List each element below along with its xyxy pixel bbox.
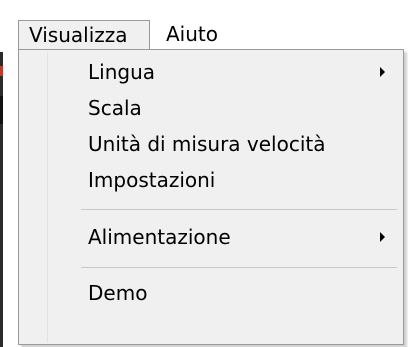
screen: Visualizza Aiuto Lingua Scala Unità di m… xyxy=(0,0,408,347)
window-edge-accent xyxy=(0,66,3,76)
menu-item-demo[interactable]: Demo xyxy=(21,276,399,310)
visualizza-dropdown-menu: Lingua Scala Unità di misura velocità Im… xyxy=(18,49,404,345)
menu-item-label: Demo xyxy=(88,281,148,305)
menu-item-label: Unità di misura velocità xyxy=(88,132,326,156)
menu-item-label: Impostazioni xyxy=(88,168,216,192)
menu-aiuto[interactable]: Aiuto xyxy=(158,20,238,50)
menu-visualizza[interactable]: Visualizza xyxy=(18,20,150,50)
menu-item-label: Lingua xyxy=(88,60,156,84)
window-edge-dark xyxy=(0,96,3,124)
chevron-right-icon xyxy=(380,232,385,242)
menu-item-label: Scala xyxy=(88,96,142,120)
menu-item-alimentazione[interactable]: Alimentazione xyxy=(21,220,399,254)
menu-bar: Visualizza Aiuto xyxy=(0,0,408,50)
menu-item-unita-misura-velocita[interactable]: Unità di misura velocità xyxy=(21,127,399,161)
menu-item-impostazioni[interactable]: Impostazioni xyxy=(21,163,399,197)
menu-item-lingua[interactable]: Lingua xyxy=(21,55,399,89)
menu-item-scala[interactable]: Scala xyxy=(21,91,399,125)
menu-item-label: Alimentazione xyxy=(88,225,231,249)
chevron-right-icon xyxy=(380,67,385,77)
menu-separator xyxy=(81,267,397,268)
menu-separator xyxy=(81,209,397,210)
